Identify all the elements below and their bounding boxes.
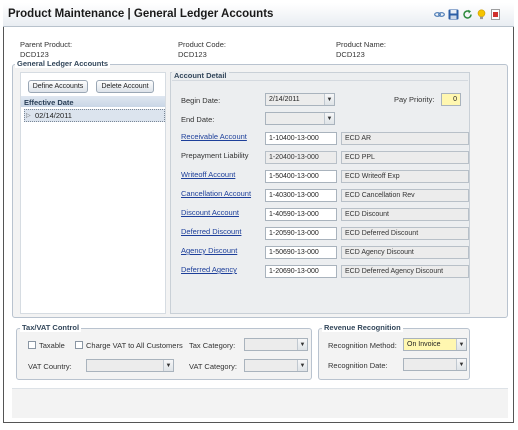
tree-expand-icon[interactable]: ▷	[26, 112, 31, 119]
calendar-dropdown-icon[interactable]: ▼	[324, 94, 334, 105]
revenue-recognition-group	[318, 328, 470, 380]
footer-area	[12, 388, 508, 418]
tip-icon[interactable]	[476, 9, 487, 20]
account-detail-title-underline	[172, 80, 468, 81]
account-detail-title: Account Detail	[172, 71, 229, 80]
prepayment-liability-number: 1-20400-13-000	[265, 151, 337, 164]
tree-item-label: 02/14/2011	[35, 111, 72, 120]
prepayment-liability-description: ECD PPL	[341, 151, 469, 164]
chevron-down-icon[interactable]: ▼	[456, 339, 466, 350]
discount-account-description: ECD Discount	[341, 208, 469, 221]
refresh-icon[interactable]	[462, 9, 473, 20]
tree-header-label: Effective Date	[24, 98, 74, 107]
chevron-down-icon[interactable]: ▼	[297, 360, 307, 371]
parent-product-value: DCD123	[20, 50, 49, 59]
begin-date-value: 2/14/2011	[269, 96, 300, 103]
writeoff-account-link[interactable]: Writeoff Account	[181, 170, 235, 179]
recognition-method-value: On Invoice	[407, 341, 441, 348]
recognition-method-label: Recognition Method:	[328, 341, 397, 350]
deferred-agency-link[interactable]: Deferred Agency	[181, 265, 237, 274]
taxable-label: Taxable	[39, 341, 65, 350]
parent-product-label: Parent Product:	[20, 40, 73, 49]
chevron-down-icon[interactable]: ▼	[163, 360, 173, 371]
tax-category-label: Tax Category:	[189, 341, 236, 350]
receivable-account-number[interactable]: 1-10400-13-000	[265, 132, 337, 145]
deferred-discount-number[interactable]: 1-20590-13-000	[265, 227, 337, 240]
discount-account-number[interactable]: 1-40590-13-000	[265, 208, 337, 221]
end-date-field[interactable]: ▼	[265, 112, 335, 125]
recognition-date-label: Recognition Date:	[328, 361, 388, 370]
agency-discount-number[interactable]: 1-50690-13-000	[265, 246, 337, 259]
charge-vat-checkbox[interactable]	[75, 341, 83, 349]
deferred-agency-number[interactable]: 1-20690-13-000	[265, 265, 337, 278]
cancellation-account-number[interactable]: 1-40300-13-000	[265, 189, 337, 202]
chevron-down-icon[interactable]: ▼	[456, 359, 466, 370]
deferred-discount-description: ECD Deferred Discount	[341, 227, 469, 240]
define-accounts-button[interactable]: Define Accounts	[28, 80, 88, 93]
recognition-date-select[interactable]: ▼	[403, 358, 467, 371]
deferred-agency-description: ECD Deferred Agency Discount	[341, 265, 469, 278]
discount-account-link[interactable]: Discount Account	[181, 208, 239, 217]
vat-category-select[interactable]: ▼	[244, 359, 308, 372]
revenue-recognition-title: Revenue Recognition	[322, 323, 403, 332]
vat-country-select[interactable]: ▼	[86, 359, 174, 372]
save-icon[interactable]	[448, 9, 459, 20]
end-date-label: End Date:	[181, 115, 215, 124]
recognition-method-select[interactable]: On Invoice ▼	[403, 338, 467, 351]
product-code-value: DCD123	[178, 50, 207, 59]
gl-accounts-title: General Ledger Accounts	[15, 59, 110, 68]
taxable-checkbox[interactable]	[28, 341, 36, 349]
vat-country-label: VAT Country:	[28, 362, 72, 371]
product-name-label: Product Name:	[336, 40, 387, 49]
page-title: Product Maintenance | General Ledger Acc…	[8, 8, 274, 20]
writeoff-account-number[interactable]: 1-50400-13-000	[265, 170, 337, 183]
cancellation-account-link[interactable]: Cancellation Account	[181, 189, 251, 198]
tax-vat-title: Tax/VAT Control	[20, 323, 82, 332]
prepayment-liability-label: Prepayment Liability	[181, 151, 249, 160]
receivable-account-link[interactable]: Receivable Account	[181, 132, 247, 141]
tax-vat-group	[16, 328, 312, 380]
agency-discount-link[interactable]: Agency Discount	[181, 246, 237, 255]
chevron-down-icon[interactable]: ▼	[297, 339, 307, 350]
product-code-label: Product Code:	[178, 40, 226, 49]
vat-category-label: VAT Category:	[189, 362, 237, 371]
deferred-discount-link[interactable]: Deferred Discount	[181, 227, 241, 236]
begin-date-label: Begin Date:	[181, 96, 221, 105]
charge-vat-label: Charge VAT to All Customers	[86, 341, 183, 350]
tax-category-select[interactable]: ▼	[244, 338, 308, 351]
receivable-account-description: ECD AR	[341, 132, 469, 145]
cancellation-account-description: ECD Cancellation Rev	[341, 189, 469, 202]
product-name-value: DCD123	[336, 50, 365, 59]
pay-priority-field[interactable]: 0	[441, 93, 461, 106]
writeoff-account-description: ECD Writeoff Exp	[341, 170, 469, 183]
report-icon[interactable]	[490, 9, 501, 20]
calendar-dropdown-icon[interactable]: ▼	[324, 113, 334, 124]
link-icon[interactable]	[434, 9, 445, 20]
pay-priority-label: Pay Priority:	[394, 95, 435, 104]
delete-account-button[interactable]: Delete Account	[96, 80, 154, 93]
agency-discount-description: ECD Agency Discount	[341, 246, 469, 259]
begin-date-field[interactable]: 2/14/2011 ▼	[265, 93, 335, 106]
